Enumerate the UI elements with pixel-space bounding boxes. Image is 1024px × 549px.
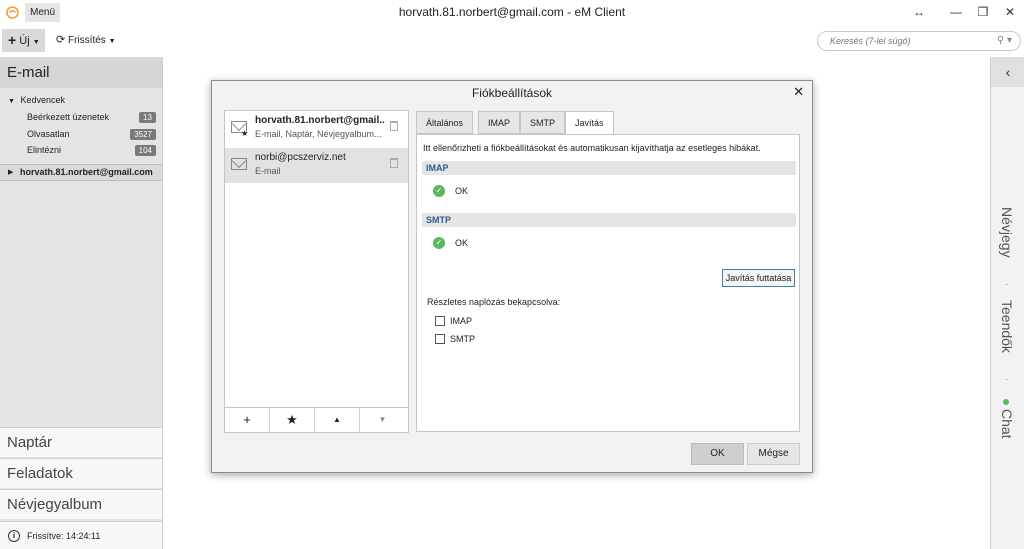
envelope-icon [231,158,247,170]
favorites-label: Kedvencek [20,95,65,105]
checkbox-label: SMTP [450,334,476,344]
new-button[interactable]: + Új ▼ [2,29,45,52]
move-down-button[interactable]: ▼ [360,408,405,432]
window-title: horvath.81.norbert@gmail.com - eM Client [398,5,626,19]
favorites-group[interactable]: ▼ Kedvencek [8,95,65,105]
run-repair-button[interactable]: Javítás futtatása [722,269,795,287]
dialog-title: Fiókbeállítások [471,86,553,100]
online-status-icon [1003,399,1009,405]
sidebar-item-label: Olvasatlan [27,129,70,139]
account-list-item[interactable]: norbi@pcszerviz.net E-mail [225,148,408,183]
star-icon: ★ [241,129,249,138]
separator-dot: · [1005,279,1009,290]
move-up-button[interactable]: ▲ [315,408,360,432]
refresh-button[interactable]: ⟳ Frissítés ▼ [56,29,116,52]
add-account-button[interactable]: + [225,408,270,432]
ok-button[interactable]: OK [691,443,744,465]
chevron-down-icon: ▼ [32,39,40,46]
status-bar: i Frissítve: 14:24:11 [0,521,162,549]
account-name: norbi@pcszerviz.net [255,152,346,163]
close-window-button[interactable]: ✕ [1000,3,1020,21]
account-settings-dialog: Fiókbeállítások ✕ ★ horvath.81.norbert@g… [211,80,813,473]
log-label: Részletes naplózás bekapcsolva: [427,297,561,307]
restore-button[interactable]: ❐ [973,3,993,21]
sidebar-item-todo[interactable]: Elintézni 104 [27,145,160,156]
check-icon: ✓ [433,237,445,249]
unread-count-badge: 3527 [130,129,156,140]
log-smtp-checkbox[interactable]: SMTP [435,334,475,344]
collapse-panel-button[interactable]: ‹ [991,57,1024,87]
separator-dot: · [1005,374,1009,385]
plus-icon: + [8,32,17,48]
refresh-icon: ⟳ [56,34,66,46]
tab-repair[interactable]: Javítás [565,111,614,135]
unread-count-badge: 104 [134,145,156,156]
close-icon[interactable]: ✕ [793,84,804,100]
minimize-button[interactable]: — [946,3,966,21]
account-services: E-mail, Naptár, Névjegyalbum... [255,129,382,139]
new-button-label: Új [19,35,30,47]
refresh-button-label: Frissítés [68,35,106,46]
checkbox-label: IMAP [450,316,473,326]
sidebar-account-item[interactable]: ▶ horvath.81.norbert@gmail.com [0,164,162,181]
nav-section-label: Naptár [7,434,53,451]
check-icon: ✓ [433,185,445,197]
smtp-status: OK [455,238,469,248]
sidebar-item-label: Beérkezett üzenetek [27,112,110,122]
account-name: horvath.81.norbert@gmail... [255,115,385,126]
account-list-item[interactable]: ★ horvath.81.norbert@gmail... E-mail, Na… [225,111,408,146]
cancel-button[interactable]: Mégse [747,443,800,465]
sidebar-item-inbox[interactable]: Beérkezett üzenetek 13 [27,112,160,123]
nav-section-label: Feladatok [7,465,73,482]
account-list-toolbar: + ★ ▲ ▼ [225,407,408,432]
tab-imap[interactable]: IMAP [478,111,521,134]
title-bar: Menü horvath.81.norbert@gmail.com - eM C… [0,0,1024,26]
nav-contacts[interactable]: Névjegyalbum [0,489,162,519]
nav-section-label: Névjegyalbum [7,496,103,513]
account-list: ★ horvath.81.norbert@gmail... E-mail, Na… [224,110,409,433]
chevron-right-icon: ▶ [8,169,14,176]
unread-count-badge: 13 [139,112,156,123]
nav-tasks[interactable]: Feladatok [0,458,162,488]
repair-intro-text: Itt ellenőrizheti a fiókbeállításokat és… [423,143,761,153]
repair-tab-panel: Itt ellenőrizheti a fiókbeállításokat és… [416,134,800,432]
imap-section-header: IMAP [422,161,796,175]
sidebar: E-mail ▼ Kedvencek Beérkezett üzenetek 1… [0,57,163,549]
sidebar-item-unread[interactable]: Olvasatlan 3527 [27,129,160,140]
resize-icon[interactable]: ↔ [909,3,929,21]
panel-tab-chat[interactable]: Chat [999,409,1015,439]
info-icon: i [8,530,20,542]
sidebar-header-label: E-mail [7,64,50,81]
right-panel: ‹ Névjegy · Teendők · Chat [990,57,1024,549]
chevron-down-icon: ▼ [8,98,15,105]
account-services: E-mail [255,166,281,176]
status-text: Frissítve: 14:24:11 [27,531,101,541]
tab-general[interactable]: Általános [416,111,474,134]
set-default-button[interactable]: ★ [270,408,315,432]
panel-tab-contact[interactable]: Névjegy [999,207,1015,258]
sidebar-account-label: horvath.81.norbert@gmail.com [20,167,153,177]
search-box[interactable]: ⚲ ▾ [817,31,1021,51]
search-icon[interactable]: ⚲ ▾ [997,35,1012,46]
nav-calendar[interactable]: Naptár [0,427,162,457]
tab-smtp[interactable]: SMTP [520,111,566,134]
trash-icon[interactable] [390,158,398,168]
checkbox[interactable] [435,334,445,344]
chevron-down-icon: ▼ [108,38,116,45]
smtp-section-header: SMTP [422,213,796,227]
log-imap-checkbox[interactable]: IMAP [435,316,472,326]
checkbox[interactable] [435,316,445,326]
panel-tab-todo[interactable]: Teendők [999,300,1015,353]
sidebar-item-label: Elintézni [27,145,62,155]
trash-icon[interactable] [390,121,398,131]
search-input[interactable] [830,34,980,48]
sidebar-header[interactable]: E-mail [0,57,162,88]
imap-status: OK [455,186,469,196]
